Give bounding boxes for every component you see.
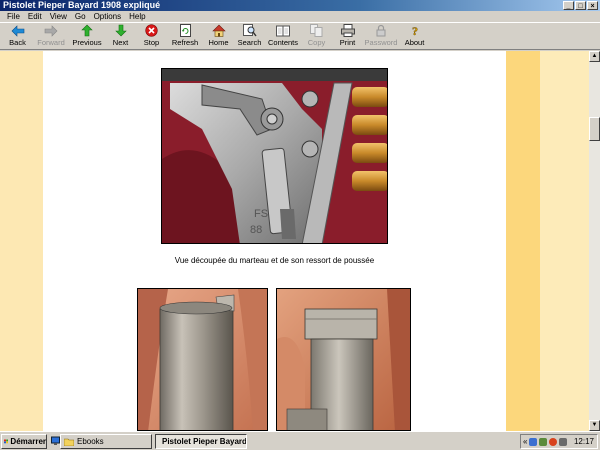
forward-arrow-icon — [44, 24, 58, 37]
back-button[interactable]: Back — [2, 23, 33, 50]
left-margin — [0, 51, 43, 431]
svg-text:?: ? — [412, 24, 418, 37]
photo-engraving-fs: FS — [254, 208, 268, 220]
folder-icon — [64, 438, 74, 446]
menu-bar: File Edit View Go Options Help — [0, 11, 600, 22]
browser-viewport: FS 88 Vue découpée du marteau et de son … — [0, 51, 589, 431]
taskbar-item-label: Pistolet Pieper Bayard... — [162, 437, 247, 446]
copy-icon — [310, 24, 324, 37]
menu-file[interactable]: File — [3, 11, 24, 22]
maximize-button[interactable]: □ — [575, 1, 586, 10]
forward-button[interactable]: Forward — [33, 23, 69, 50]
cylinder-part-photo — [137, 288, 268, 431]
tray-volume-icon[interactable] — [559, 437, 568, 446]
previous-button[interactable]: Previous — [69, 23, 105, 50]
taskbar-item-browser[interactable]: Pistolet Pieper Bayard... — [155, 434, 247, 449]
slide-part-photo — [276, 288, 411, 431]
tray-network-icon[interactable] — [529, 437, 538, 446]
tray-antivirus-icon[interactable] — [549, 437, 558, 446]
print-icon — [340, 24, 355, 37]
quicklaunch-desktop-icon[interactable] — [51, 436, 60, 446]
search-icon — [242, 24, 257, 37]
about-icon: ? — [408, 24, 422, 37]
contents-button[interactable]: Contents — [265, 23, 301, 50]
password-button[interactable]: Password — [363, 23, 399, 50]
photo-caption: Vue découpée du marteau et de son ressor… — [174, 256, 375, 265]
menu-help[interactable]: Help — [125, 11, 149, 22]
toolbar: Back Forward Previous Next Stop Refresh — [0, 22, 600, 50]
contents-icon — [276, 24, 290, 37]
vertical-scrollbar[interactable]: ▲ ▼ — [589, 51, 600, 431]
home-button[interactable]: Home — [203, 23, 234, 50]
scroll-thumb[interactable] — [589, 117, 600, 141]
menu-edit[interactable]: Edit — [24, 11, 46, 22]
menu-options[interactable]: Options — [90, 11, 126, 22]
window-titlebar: Pistolet Pieper Bayard 1908 expliqué _ □… — [0, 0, 600, 11]
menu-go[interactable]: Go — [71, 11, 90, 22]
down-arrow-icon — [114, 24, 128, 37]
menu-view[interactable]: View — [46, 11, 71, 22]
taskbar-item-label: Ebooks — [77, 437, 104, 446]
scroll-down-button[interactable]: ▼ — [589, 420, 600, 431]
stop-button[interactable]: Stop — [136, 23, 167, 50]
up-arrow-icon — [80, 24, 94, 37]
system-tray: « 12:17 — [520, 434, 598, 449]
next-button[interactable]: Next — [105, 23, 136, 50]
back-arrow-icon — [11, 24, 25, 37]
tray-arrow-icon[interactable]: « — [523, 437, 527, 446]
print-button[interactable]: Print — [332, 23, 363, 50]
start-label: Démarrer — [10, 437, 46, 446]
photo-engraving-88: 88 — [250, 224, 262, 236]
tray-clock: 12:17 — [573, 437, 594, 446]
windows-logo-icon — [4, 439, 9, 444]
home-icon — [211, 24, 226, 37]
hammer-cutaway-photo: FS 88 — [161, 68, 388, 244]
about-button[interactable]: ? About — [399, 23, 430, 50]
refresh-button[interactable]: Refresh — [167, 23, 203, 50]
scroll-up-button[interactable]: ▲ — [589, 51, 600, 62]
taskbar: Démarrer Ebooks Pistolet Pieper Bayard..… — [0, 431, 600, 450]
close-button[interactable]: × — [587, 1, 598, 10]
stop-icon — [145, 24, 159, 37]
search-button[interactable]: Search — [234, 23, 265, 50]
refresh-icon — [178, 24, 192, 37]
minimize-button[interactable]: _ — [563, 1, 574, 10]
right-accent-stripe — [506, 51, 540, 431]
taskbar-item-ebooks[interactable]: Ebooks — [60, 434, 152, 449]
copy-button[interactable]: Copy — [301, 23, 332, 50]
start-button[interactable]: Démarrer — [1, 434, 47, 449]
tray-monitor-icon[interactable] — [539, 437, 548, 446]
right-margin — [540, 51, 589, 431]
window-title: Pistolet Pieper Bayard 1908 expliqué — [3, 0, 161, 10]
password-icon — [374, 24, 388, 37]
